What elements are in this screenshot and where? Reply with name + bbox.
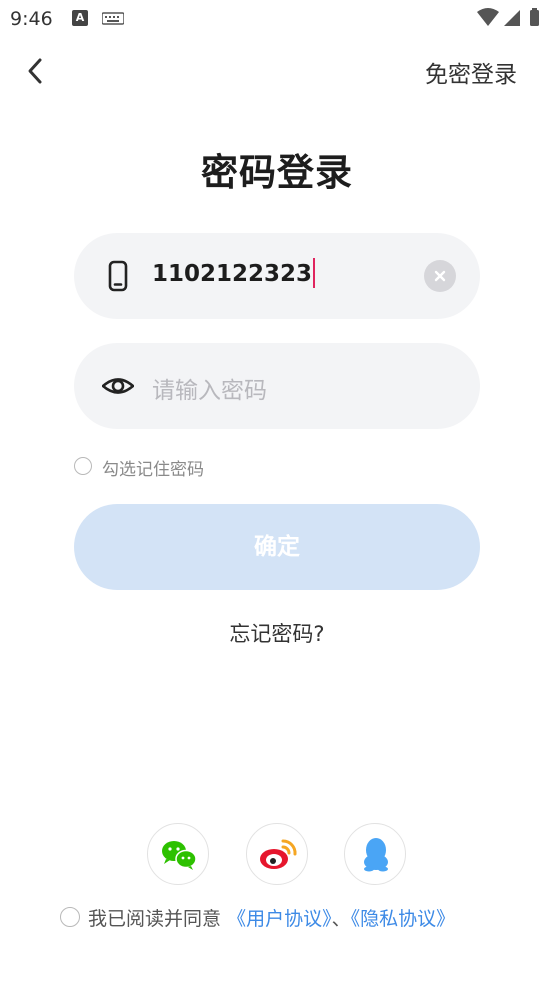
phone-icon <box>108 260 128 292</box>
signal-battery-icons <box>477 8 539 26</box>
confirm-button[interactable]: 确定 <box>74 504 480 590</box>
passwordless-login-link[interactable]: 免密登录 <box>425 55 517 89</box>
back-arrow-icon[interactable] <box>22 56 50 86</box>
status-time: 9:46 <box>10 8 53 30</box>
forgot-password-link[interactable]: 忘记密码? <box>0 618 554 648</box>
agreement-separator: 、 <box>331 908 351 930</box>
privacy-policy-link[interactable]: 《隐私协议》 <box>351 908 456 930</box>
wechat-login-button[interactable] <box>147 823 209 885</box>
phone-input[interactable]: 1102122323 <box>74 233 480 319</box>
clear-icon[interactable] <box>424 260 456 292</box>
password-placeholder: 请输入密码 <box>152 378 267 404</box>
status-bar: 9:46 A <box>0 0 554 40</box>
phone-value: 1102122323 <box>152 257 316 288</box>
qq-icon <box>364 838 388 872</box>
weibo-login-button[interactable] <box>246 823 308 885</box>
remember-radio[interactable] <box>74 457 92 475</box>
user-agreement-link[interactable]: 《用户协议》 <box>227 908 332 930</box>
qq-login-button[interactable] <box>344 823 406 885</box>
agreement-row: 我已阅读并同意 《用户协议》、《隐私协议》 <box>60 904 540 930</box>
password-input[interactable]: 请输入密码 <box>74 343 480 429</box>
agreement-text: 我已阅读并同意 《用户协议》、《隐私协议》 <box>88 904 455 931</box>
wechat-icon <box>162 841 197 870</box>
keyboard-icon <box>102 12 124 25</box>
notification-a-icon: A <box>72 10 88 26</box>
eye-icon[interactable] <box>102 370 134 402</box>
remember-label: 勾选记住密码 <box>102 460 204 480</box>
agreement-radio[interactable] <box>60 907 80 927</box>
page-title: 密码登录 <box>201 151 353 194</box>
text-caret <box>313 257 316 288</box>
weibo-icon <box>260 839 297 869</box>
agreement-prefix: 我已阅读并同意 <box>88 908 222 930</box>
